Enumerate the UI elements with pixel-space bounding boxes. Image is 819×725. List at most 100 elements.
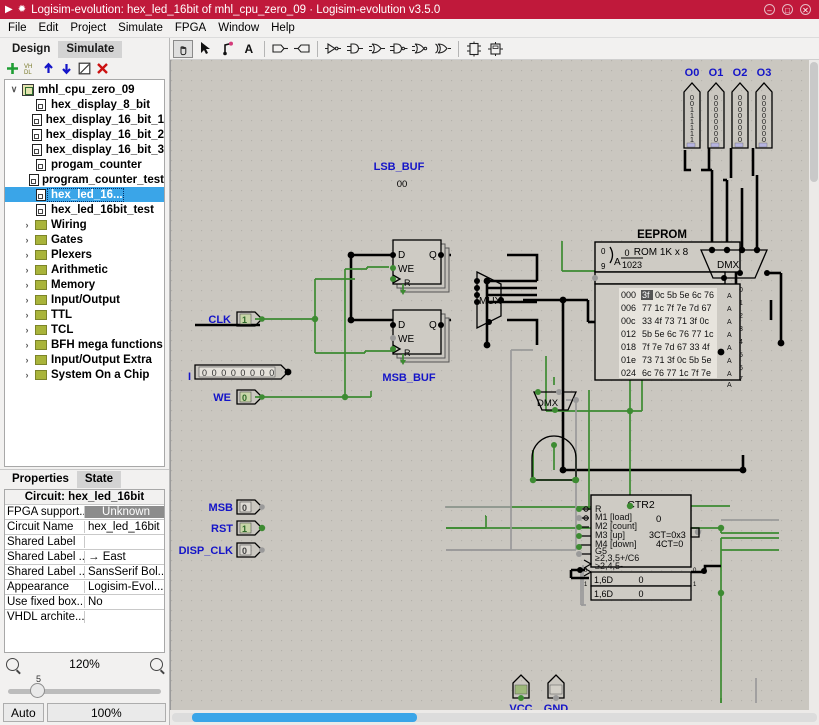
property-row[interactable]: Shared Label — [5, 534, 164, 549]
horizontal-scrollbar-track[interactable] — [172, 713, 817, 722]
output-pin-icon[interactable] — [292, 40, 312, 58]
horizontal-scrollbar-thumb[interactable] — [192, 713, 417, 722]
tree-item-tcl[interactable]: ›TCL — [5, 322, 164, 337]
menu-item-edit[interactable]: Edit — [37, 21, 61, 35]
delete-icon[interactable] — [96, 62, 109, 75]
horizontal-scrollbar[interactable] — [170, 710, 819, 725]
menu-item-file[interactable]: File — [6, 21, 29, 35]
chevron-right-icon[interactable]: › — [21, 370, 33, 380]
svg-text:000: 000 — [621, 290, 636, 300]
zoom-slider-knob[interactable] — [30, 683, 45, 698]
menu-item-window[interactable]: Window — [216, 21, 261, 35]
chevron-right-icon[interactable]: › — [21, 325, 33, 335]
chevron-right-icon[interactable]: › — [21, 340, 33, 350]
tree-item-bfh-mega-functions[interactable]: ›BFH mega functions — [5, 337, 164, 352]
not-gate-icon[interactable] — [323, 40, 343, 58]
property-value[interactable]: Unknown — [85, 506, 164, 518]
property-row[interactable]: Shared Label ...SansSerif Bol... — [5, 564, 164, 579]
property-value[interactable]: hex_led_16bit — [85, 521, 164, 533]
property-value[interactable]: SansSerif Bol... — [85, 566, 164, 578]
tree-item-hex-display-16-bit-2[interactable]: hex_display_16_bit_2 — [5, 127, 164, 142]
poke-tool-icon[interactable] — [173, 40, 193, 58]
zoom-in-icon[interactable] — [150, 658, 163, 671]
tree-item-input-output[interactable]: ›Input/Output — [5, 292, 164, 307]
tree-item-hex-display-8-bit[interactable]: hex_display_8_bit — [5, 97, 164, 112]
tree-item-hex-led-16bit-test[interactable]: hex_led_16bit_test — [5, 202, 164, 217]
tree-item-label: Memory — [48, 279, 95, 291]
close-button[interactable]: ✕ — [800, 4, 811, 15]
eeprom-component[interactable]: EEPROM ROM 1K x 8 0 9 A 0 1023 — [592, 229, 743, 389]
property-value[interactable]: No — [85, 596, 164, 608]
circuit-explorer-tree[interactable]: ∨mhl_cpu_zero_09hex_display_8_bithex_dis… — [4, 79, 165, 467]
input-pin-icon[interactable] — [270, 40, 290, 58]
chevron-right-icon[interactable]: › — [21, 250, 33, 260]
chevron-right-icon[interactable]: › — [21, 220, 33, 230]
tree-item-hex-led-16[interactable]: hex_led_16... — [5, 187, 164, 202]
chevron-right-icon[interactable]: › — [21, 295, 33, 305]
property-value[interactable]: Logisim-Evol... — [85, 581, 164, 593]
tree-item-progam-counter[interactable]: progam_counter — [5, 157, 164, 172]
folder-icon — [33, 355, 48, 365]
tab-properties[interactable]: Properties — [4, 471, 77, 488]
tab-simulate[interactable]: Simulate — [58, 41, 122, 58]
tree-item-hex-display-16-bit-1[interactable]: hex_display_16_bit_1 — [5, 112, 164, 127]
tree-item-ttl[interactable]: ›TTL — [5, 307, 164, 322]
property-value[interactable]: → East — [85, 551, 164, 563]
select-tool-icon[interactable] — [195, 40, 215, 58]
tree-item-system-on-a-chip[interactable]: ›System On a Chip — [5, 367, 164, 382]
dflipflop-icon[interactable] — [464, 40, 484, 58]
edit-icon[interactable] — [78, 62, 91, 75]
maximize-button[interactable]: □ — [782, 4, 793, 15]
move-up-icon[interactable] — [42, 62, 55, 75]
add-circuit-icon[interactable] — [6, 62, 19, 75]
nor-gate-icon[interactable] — [411, 40, 431, 58]
chevron-right-icon[interactable]: › — [21, 265, 33, 275]
circuit-schematic[interactable]: CLK 1 I 00000000 WE — [171, 60, 819, 710]
menu-item-help[interactable]: Help — [269, 21, 297, 35]
tree-item-plexers[interactable]: ›Plexers — [5, 247, 164, 262]
chevron-right-icon[interactable]: › — [21, 235, 33, 245]
menu-item-project[interactable]: Project — [68, 21, 108, 35]
property-row[interactable]: Use fixed box...No — [5, 594, 164, 609]
vertical-scrollbar-thumb[interactable] — [810, 62, 818, 182]
move-down-icon[interactable] — [60, 62, 73, 75]
chevron-right-icon[interactable]: › — [21, 355, 33, 365]
tree-item-arithmetic[interactable]: ›Arithmetic — [5, 262, 164, 277]
zoom-slider[interactable]: 5 — [0, 675, 169, 703]
circuit-canvas[interactable]: CLK 1 I 00000000 WE — [171, 60, 819, 710]
xor-gate-icon[interactable] — [433, 40, 453, 58]
register-icon[interactable] — [486, 40, 506, 58]
tree-item-gates[interactable]: ›Gates — [5, 232, 164, 247]
svg-text:9: 9 — [601, 262, 606, 271]
nand-gate-icon[interactable] — [389, 40, 409, 58]
tree-item-program-counter-test[interactable]: program_counter_test — [5, 172, 164, 187]
tab-state[interactable]: State — [77, 471, 121, 488]
property-row[interactable]: AppearanceLogisim-Evol... — [5, 579, 164, 594]
tab-design[interactable]: Design — [4, 41, 58, 58]
menu-item-simulate[interactable]: Simulate — [116, 21, 165, 35]
or-gate-icon[interactable] — [367, 40, 387, 58]
and-gate-icon[interactable] — [345, 40, 365, 58]
tree-item-hex-display-16-bit-3[interactable]: hex_display_16_bit_3 — [5, 142, 164, 157]
auto-button[interactable]: Auto — [3, 703, 44, 722]
chevron-down-icon[interactable]: ∨ — [8, 84, 20, 95]
property-row[interactable]: FPGA support...Unknown — [5, 504, 164, 519]
minimize-button[interactable]: – — [764, 4, 775, 15]
chevron-right-icon[interactable]: › — [21, 280, 33, 290]
property-row[interactable]: Circuit Namehex_led_16bit — [5, 519, 164, 534]
zoom-out-icon[interactable] — [6, 658, 19, 671]
wiring-tool-icon[interactable] — [217, 40, 237, 58]
menu-item-fpga[interactable]: FPGA — [173, 21, 208, 35]
property-row[interactable]: VHDL archite... — [5, 609, 164, 624]
vhdl-icon[interactable]: VHDL — [24, 62, 37, 75]
property-row[interactable]: Shared Label ...→ East — [5, 549, 164, 564]
vertical-scrollbar[interactable] — [809, 60, 819, 710]
tree-item-memory[interactable]: › Memory — [5, 277, 164, 292]
text-tool-icon[interactable]: A — [239, 40, 259, 58]
chevron-right-icon[interactable]: › — [21, 310, 33, 320]
tree-item-wiring[interactable]: ›Wiring — [5, 217, 164, 232]
tree-item-input-output-extra[interactable]: ›Input/Output Extra — [5, 352, 164, 367]
circuit-canvas-area[interactable]: CLK 1 I 00000000 WE — [170, 60, 819, 710]
auto-zoom-value[interactable]: 100% — [47, 703, 166, 722]
tree-item-mhl-cpu-zero-09[interactable]: ∨mhl_cpu_zero_09 — [5, 82, 164, 97]
